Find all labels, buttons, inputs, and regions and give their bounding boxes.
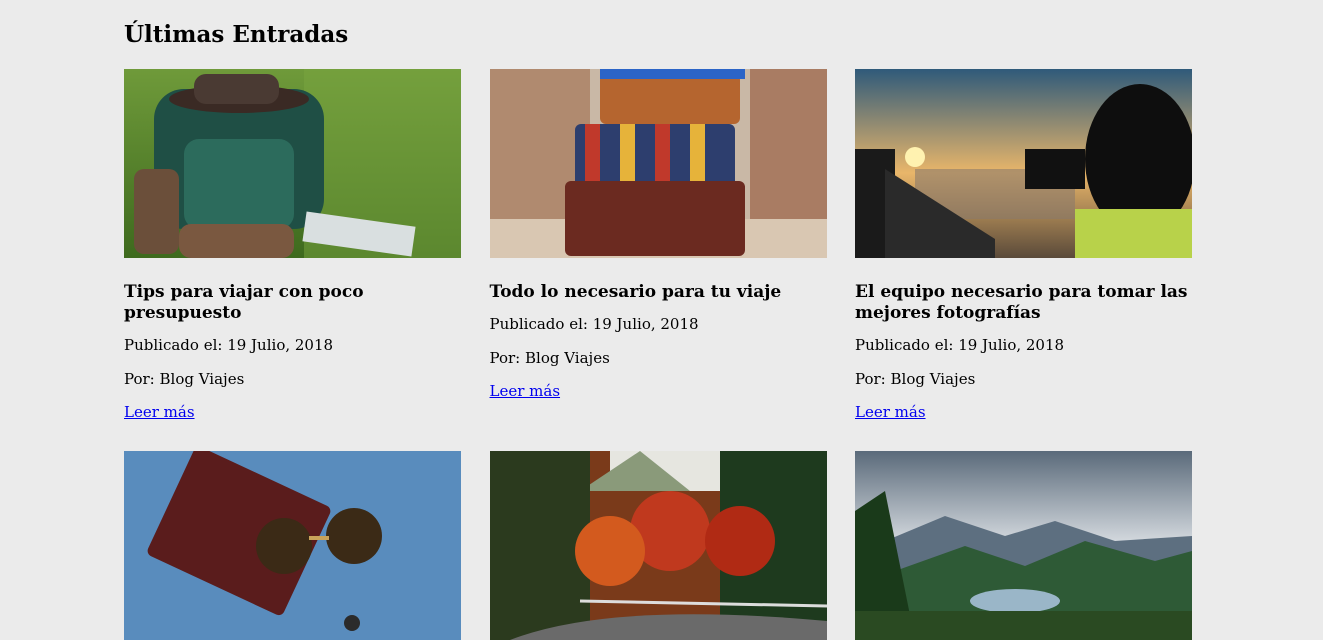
- post-card: [124, 451, 461, 640]
- post-title: Todo lo necesario para tu viaje: [489, 282, 782, 302]
- post-image-passport[interactable]: [124, 451, 461, 640]
- post-image-autumn-road[interactable]: [489, 451, 827, 640]
- post-card: Tips para viajar con poco presupuesto Pu…: [124, 69, 461, 451]
- read-more-link[interactable]: Leer más: [855, 403, 926, 421]
- post-author: Por: Blog Viajes: [855, 370, 976, 388]
- post-card: El equipo necesario para tomar las mejor…: [855, 69, 1192, 451]
- read-more-link[interactable]: Leer más: [490, 382, 561, 400]
- post-card: [855, 451, 1192, 640]
- post-author: Por: Blog Viajes: [124, 370, 245, 388]
- posts-grid: Tips para viajar con poco presupuesto Pu…: [124, 69, 1192, 640]
- post-image-suitcases[interactable]: [489, 69, 827, 258]
- post-image-backpack[interactable]: [124, 69, 461, 258]
- section-title: Últimas Entradas: [124, 21, 349, 48]
- post-card: [489, 451, 827, 640]
- post-date: Publicado el: 19 Julio, 2018: [489, 315, 699, 333]
- post-image-mountain-lake[interactable]: [855, 451, 1192, 640]
- post-title: El equipo necesario para tomar las mejor…: [855, 282, 1188, 323]
- post-date: Publicado el: 19 Julio, 2018: [124, 336, 334, 354]
- post-card: Todo lo necesario para tu viaje Publicad…: [489, 69, 827, 451]
- post-author: Por: Blog Viajes: [489, 349, 610, 367]
- post-date: Publicado el: 19 Julio, 2018: [855, 336, 1065, 354]
- post-title: Tips para viajar con poco presupuesto: [124, 282, 364, 323]
- page: Últimas Entradas Tips para viajar con po…: [0, 0, 1323, 640]
- read-more-link[interactable]: Leer más: [124, 403, 195, 421]
- post-image-photographer[interactable]: [855, 69, 1192, 258]
